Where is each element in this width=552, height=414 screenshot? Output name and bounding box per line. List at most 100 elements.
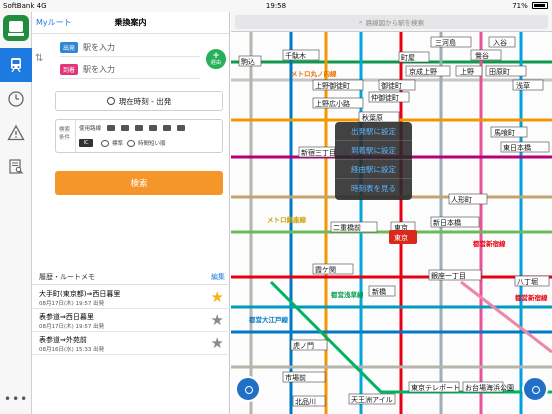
history-title: 履歴・ルートメモ (39, 273, 95, 281)
station-label: 市場前 (282, 371, 326, 383)
ic-card-icon: IC (79, 139, 93, 147)
svg-text:千駄木: 千駄木 (285, 51, 306, 60)
station-label: 三河島 (430, 36, 472, 48)
svg-text:東京: 東京 (394, 233, 408, 242)
svg-text:上野広小路: 上野広小路 (315, 99, 350, 108)
line-path (460, 280, 552, 354)
svg-text:人形町: 人形町 (451, 196, 472, 204)
svg-text:鶯谷: 鶯谷 (475, 51, 489, 60)
svg-text:仲御徒町: 仲御徒町 (371, 93, 399, 102)
station-action-menu: 出発駅に設定 到着駅に設定 経由駅に設定 時刻表を見る (335, 122, 412, 200)
tab-timetable[interactable] (0, 82, 32, 116)
tokyo-station-marker: 東京 (389, 230, 417, 244)
clock-icon (106, 97, 115, 105)
tab-route-search[interactable] (0, 48, 32, 82)
walking-speed-icon (101, 139, 109, 147)
station-label: 東京テレポート (408, 381, 460, 393)
departure-station-field[interactable]: 出発 駅を入力 (60, 39, 200, 57)
conditions-label: 検索条件 (59, 127, 71, 141)
station-label: 仲御徒町 (368, 91, 410, 103)
line-label: メトロ丸ノ内線 (291, 69, 337, 78)
station-label: 鶯谷 (470, 49, 502, 61)
history-date: 08月16日(水) 15:33 出発 (39, 347, 105, 353)
current-location-button[interactable] (522, 376, 548, 402)
highway-bus-icon (163, 125, 172, 131)
station-label: 北品川 (292, 395, 326, 407)
status-bar: SoftBank 4G 19:58 71% (0, 0, 552, 12)
station-label: 上野広小路 (312, 97, 364, 109)
add-via-button[interactable]: + 経由 (206, 49, 226, 69)
warning-icon (7, 124, 25, 141)
station-label: 銀座一丁目 (428, 269, 482, 281)
line-label: 都営大江戸線 (248, 315, 289, 324)
timetable-item[interactable]: 時刻表を見る (335, 179, 412, 198)
set-arrival-item[interactable]: 到着駅に設定 (335, 141, 412, 160)
shinkansen-icon (121, 125, 130, 131)
tab-bar (0, 12, 32, 414)
departure-placeholder: 駅を入力 (83, 43, 116, 52)
sort-label: 時間短い順 (138, 141, 166, 147)
station-label: 馬喰町 (490, 126, 528, 138)
set-departure-item[interactable]: 出発駅に設定 (335, 122, 412, 141)
station-label: 新橋 (368, 285, 396, 297)
search-conditions[interactable]: 検索条件 使用路線 IC 標準 時間短い順 (55, 119, 223, 153)
subway-map[interactable]: 三河島 入谷 鶯谷 町屋 千駄木 駒込 京成上野 上野 田原町 浅草 上野御徒町… (231, 32, 552, 414)
map-search-input[interactable]: ⌕ 路線図から駅を検索 (235, 15, 548, 29)
star-icon[interactable]: ★ (211, 335, 224, 351)
tab-memo[interactable] (0, 150, 32, 184)
route-types-label: 使用路線 (79, 126, 102, 132)
svg-text:秋葉原: 秋葉原 (362, 113, 383, 122)
bus-icon (149, 125, 158, 131)
clock: 19:58 (265, 2, 287, 10)
edit-button[interactable]: 編集 (211, 272, 225, 282)
transport-types-row: 使用路線 (79, 124, 220, 132)
route-map[interactable]: ⌕ 路線図から駅を検索 三河島 入谷 鶯谷 町屋 千駄木 駒込 京成上野 上野 … (231, 12, 552, 414)
history-item[interactable]: 大手町(東京都)⇒西日暮里 08月17日(木) 19:57 出発 ★ (32, 287, 230, 309)
datetime-label: 現在時刻 - 出発 (118, 96, 172, 106)
clock-icon (8, 91, 24, 107)
arrival-station-field[interactable]: 到着 駅を入力 (60, 61, 200, 79)
svg-text:銀座一丁目: 銀座一丁目 (431, 271, 466, 280)
map-search-placeholder: 路線図から駅を検索 (365, 19, 425, 27)
station-label: 田原町 (485, 65, 527, 77)
navigation-bar: Myルート 乗換案内 (32, 12, 229, 34)
station-label: 千駄木 (282, 49, 320, 61)
station-label: 御徒町 (378, 79, 416, 91)
station-label: 駒込 (238, 55, 262, 67)
svg-text:新日本橋: 新日本橋 (433, 218, 461, 227)
tab-service-info[interactable] (0, 116, 32, 150)
sort-icon (127, 139, 136, 147)
history-item[interactable]: 表参道⇒外苑前 08月16日(水) 15:33 出発 ★ (32, 333, 230, 355)
history-date: 08月17日(木) 19:57 出発 (39, 324, 105, 330)
datetime-button[interactable]: 現在時刻 - 出発 (55, 91, 223, 111)
svg-text:新橋: 新橋 (372, 287, 386, 296)
station-label: お台場海浜公園 (462, 381, 514, 393)
more-icon[interactable]: ••• (4, 392, 28, 406)
svg-text:上野: 上野 (460, 67, 474, 76)
battery-icon (532, 2, 548, 9)
map-mode-button[interactable] (235, 376, 261, 402)
svg-text:お台場海浜公園: お台場海浜公園 (465, 383, 514, 392)
station-label: 町屋 (398, 51, 430, 63)
history-header: 履歴・ルートメモ 編集 (32, 269, 230, 285)
star-filled-icon[interactable]: ★ (211, 289, 224, 305)
line-label: 都営新宿線 (514, 293, 548, 302)
line-label: 都営浅草線 (330, 290, 364, 299)
set-via-item[interactable]: 経由駅に設定 (335, 160, 412, 179)
svg-text:天王洲アイル: 天王洲アイル (351, 396, 393, 404)
swap-arrows-icon[interactable]: ⇅ (35, 53, 43, 64)
search-button[interactable]: 検索 (55, 171, 223, 195)
route-search-panel: Myルート 乗換案内 ⇅ 出発 駅を入力 到着 駅を入力 + 経由 現在時刻 -… (32, 12, 230, 414)
star-icon[interactable]: ★ (211, 312, 224, 328)
station-label: 京成上野 (405, 65, 451, 77)
battery-status: 71% (512, 2, 548, 10)
station-label: 上野 (455, 65, 483, 77)
svg-text:駒込: 駒込 (241, 57, 255, 66)
history-route: 表参道⇒西日暮里 (39, 313, 94, 321)
history-item[interactable]: 表参道⇒西日暮里 08月17日(木) 19:57 出発 ★ (32, 310, 230, 332)
search-icon: ⌕ (358, 17, 363, 26)
arrival-placeholder: 駅を入力 (83, 65, 116, 74)
svg-text:浅草: 浅草 (516, 81, 530, 90)
app-logo-icon[interactable] (3, 15, 29, 41)
station-label: 秋葉原 (358, 111, 400, 123)
